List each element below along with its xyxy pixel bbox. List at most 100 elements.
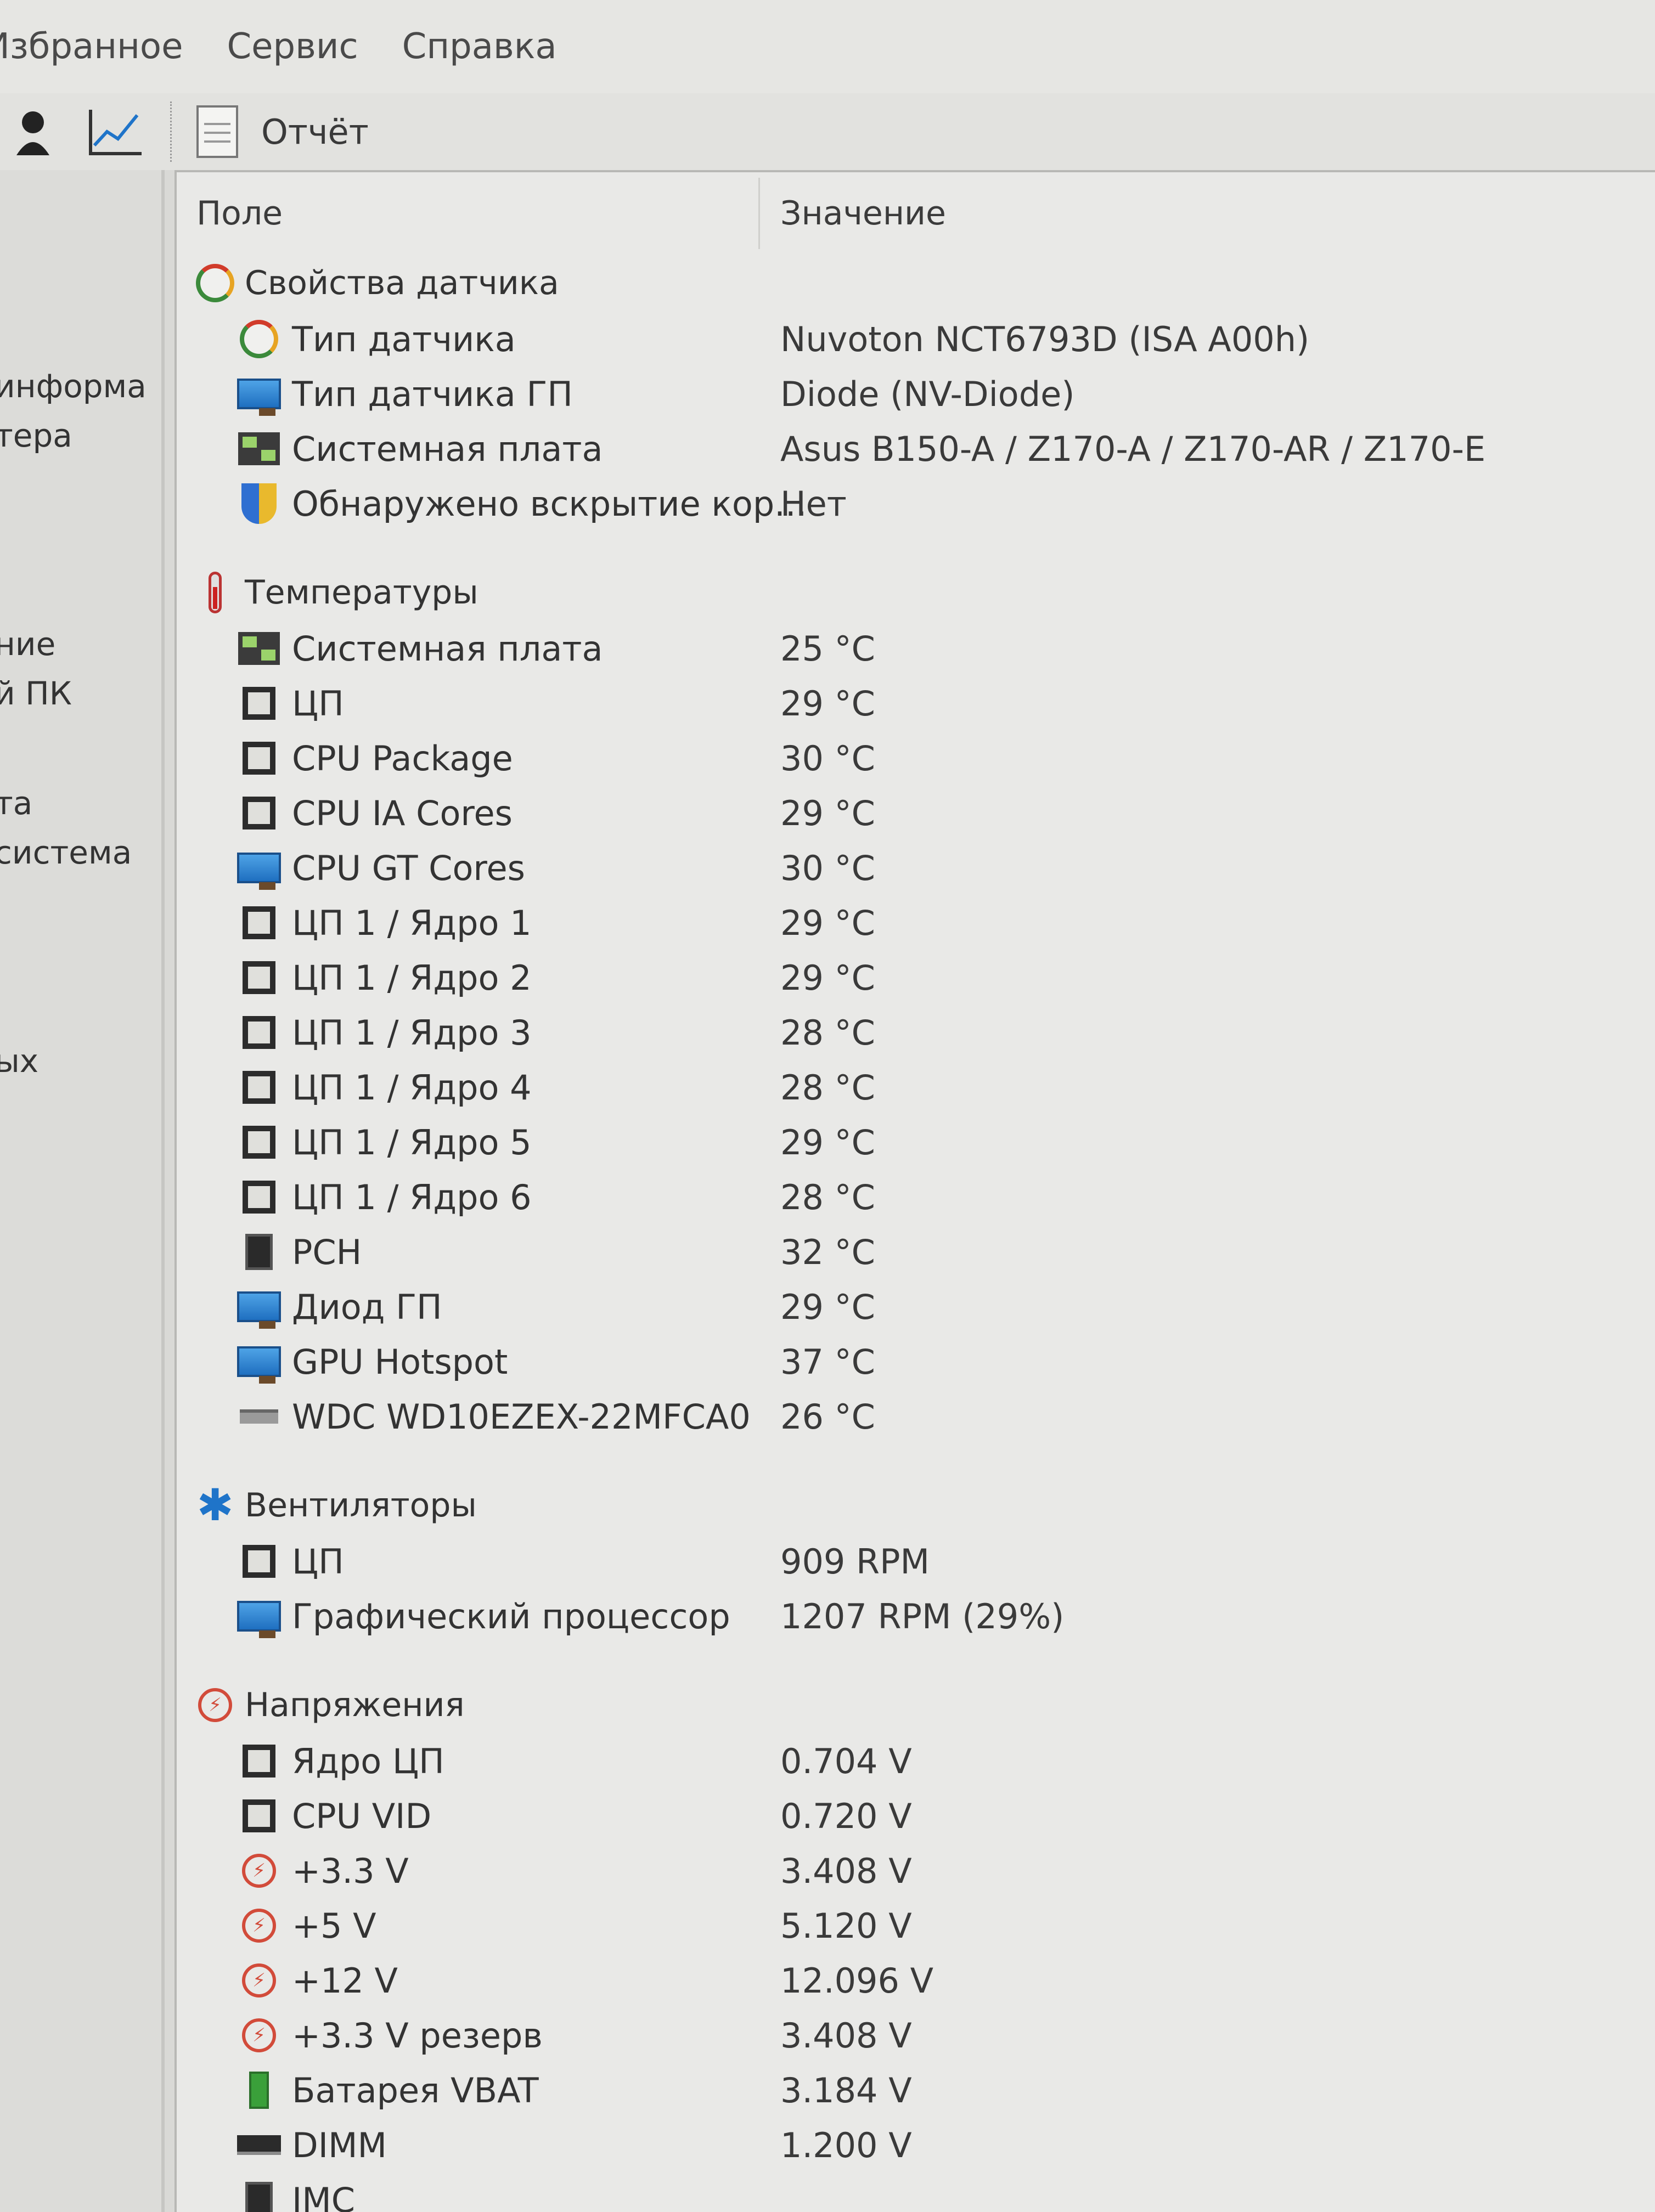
cpu-chip-icon	[237, 1794, 281, 1838]
sensor-value: 30 °C	[780, 848, 875, 888]
sensor-row[interactable]: ЦП 1 / Ядро 3 28 °C	[177, 1005, 1655, 1060]
voltage-icon: ⚡	[193, 1683, 237, 1727]
sensor-field: GPU Hotspot	[292, 1341, 508, 1382]
sensor-value: 32 °C	[780, 1232, 875, 1272]
sensor-field: Системная плата	[292, 628, 603, 669]
voltage-icon: ⚡	[237, 2013, 281, 2057]
sensor-row[interactable]: ЦП 1 / Ядро 4 28 °C	[177, 1060, 1655, 1115]
sensor-row[interactable]: Системная плата 25 °C	[177, 621, 1655, 676]
cpu-chip-icon	[237, 1175, 281, 1219]
sensor-row[interactable]: Батарея VBAT 3.184 V	[177, 2063, 1655, 2118]
sensor-row[interactable]: Графический процессор 1207 RPM (29%)	[177, 1589, 1655, 1644]
sensor-row[interactable]: ЦП 29 °C	[177, 676, 1655, 731]
chart-icon[interactable]	[88, 104, 143, 159]
hdd-icon	[237, 1395, 281, 1438]
sensor-value: 29 °C	[780, 793, 875, 833]
sensor-row[interactable]: CPU GT Cores 30 °C	[177, 840, 1655, 895]
sensor-row[interactable]: IMC	[177, 2172, 1655, 2212]
sensor-row[interactable]: CPU IA Cores 29 °C	[177, 786, 1655, 840]
sensor-rows: Свойства датчика Тип датчика Nuvoton NCT67…	[177, 255, 1655, 2212]
nav-item[interactable]: та	[0, 785, 32, 822]
sensor-value: 29 °C	[780, 683, 875, 724]
sensor-row[interactable]: ЦП 1 / Ядро 5 29 °C	[177, 1115, 1655, 1170]
sensor-row[interactable]: CPU VID 0.720 V	[177, 1788, 1655, 1843]
sensor-field: CPU GT Cores	[292, 848, 525, 888]
sensor-row[interactable]: ⚡ +3.3 V резерв 3.408 V	[177, 2008, 1655, 2063]
sensor-row[interactable]: CPU Package 30 °C	[177, 731, 1655, 786]
sensor-field: ЦП 1 / Ядро 3	[292, 1012, 532, 1053]
sensor-row[interactable]: ЦП 1 / Ядро 6 28 °C	[177, 1170, 1655, 1224]
sensor-row[interactable]: ⚡ +12 V 12.096 V	[177, 1953, 1655, 2008]
sensor-value: 0.720 V	[780, 1796, 912, 1836]
sensor-field: Графический процессор	[292, 1596, 730, 1637]
sensor-field: Тип датчика	[292, 319, 516, 359]
sensor-value: 28 °C	[780, 1012, 875, 1053]
sensor-value: Diode (NV-Diode)	[780, 374, 1075, 414]
column-divider[interactable]	[758, 178, 760, 249]
nav-item[interactable]: й ПК	[0, 675, 72, 712]
gauge-icon	[237, 317, 281, 361]
sensor-row[interactable]: WDC WD10EZEX-22MFCA0 26 °C	[177, 1389, 1655, 1444]
sensor-row[interactable]: PCH 32 °C	[177, 1224, 1655, 1279]
sensor-value: 25 °C	[780, 628, 875, 669]
cpu-chip-icon	[237, 1120, 281, 1164]
sensor-value: 5.120 V	[780, 1905, 912, 1946]
nav-item[interactable]: система	[0, 834, 132, 871]
voltage-icon: ⚡	[237, 1904, 281, 1948]
sensor-row[interactable]: GPU Hotspot 37 °C	[177, 1334, 1655, 1389]
sensor-field: Батарея VBAT	[292, 2070, 539, 2111]
sensor-row[interactable]: Ядро ЦП 0.704 V	[177, 1734, 1655, 1788]
column-field-header[interactable]: Поле	[196, 194, 283, 233]
sensor-row[interactable]: ⚡ +3.3 V 3.408 V	[177, 1843, 1655, 1898]
section-header[interactable]: ⚡ Напряжения	[177, 1677, 1655, 1734]
sensor-value: 28 °C	[780, 1067, 875, 1108]
section-header[interactable]: Температуры	[177, 564, 1655, 621]
sensor-value: 29 °C	[780, 1286, 875, 1327]
menu-help[interactable]: Справка	[402, 26, 557, 67]
sensor-field: Диод ГП	[292, 1286, 442, 1327]
sensor-field: DIMM	[292, 2125, 387, 2165]
sensor-row[interactable]: Обнаружено вскрытие кор... Нет	[177, 476, 1655, 531]
cpu-chip-icon	[237, 901, 281, 945]
sensor-value: 28 °C	[780, 1177, 875, 1217]
sensor-row[interactable]: ⚡ +5 V 5.120 V	[177, 1898, 1655, 1953]
sensor-field: Тип датчика ГП	[292, 374, 573, 414]
cpu-chip-icon	[237, 956, 281, 1000]
user-icon[interactable]	[11, 104, 66, 159]
sensor-field: +12 V	[292, 1960, 398, 2001]
sensor-field: ЦП 1 / Ядро 4	[292, 1067, 532, 1108]
sensor-row[interactable]: Системная плата Asus B150-A / Z170-A / Z1…	[177, 421, 1655, 476]
nav-item[interactable]: тера	[0, 417, 72, 454]
thermometer-icon	[193, 571, 237, 614]
menu-favorites[interactable]: Избранное	[0, 26, 183, 67]
sensor-row[interactable]: Тип датчика Nuvoton NCT6793D (ISA A00h)	[177, 312, 1655, 366]
report-button[interactable]: Отчёт	[195, 104, 369, 159]
nav-item[interactable]: ых	[0, 1042, 38, 1080]
cpu-chip-icon	[237, 736, 281, 780]
sensor-value: 30 °C	[780, 738, 875, 778]
nav-item[interactable]: информа	[0, 368, 147, 405]
sensor-row[interactable]: Тип датчика ГП Diode (NV-Diode)	[177, 366, 1655, 421]
nav-item[interactable]: ние	[0, 625, 55, 663]
sensor-row[interactable]: DIMM 1.200 V	[177, 2118, 1655, 2172]
sensor-value: 1207 RPM (29%)	[780, 1596, 1065, 1637]
imc-icon	[237, 2178, 281, 2212]
battery-icon	[237, 2068, 281, 2112]
menu-service[interactable]: Сервис	[227, 26, 358, 67]
sensor-field: Ядро ЦП	[292, 1741, 444, 1781]
column-value-header[interactable]: Значение	[780, 194, 946, 233]
gpu-icon	[237, 1285, 281, 1329]
fan-icon: ✱	[196, 1480, 234, 1531]
section-header[interactable]: ✱ Вентиляторы	[177, 1477, 1655, 1534]
motherboard-icon	[237, 627, 281, 670]
sensor-value: 1.200 V	[780, 2125, 912, 2165]
toolbar: Отчёт	[0, 93, 1655, 170]
sensor-row[interactable]: Диод ГП 29 °C	[177, 1279, 1655, 1334]
sensor-row[interactable]: ЦП 1 / Ядро 2 29 °C	[177, 950, 1655, 1005]
sensor-row[interactable]: ЦП 909 RPM	[177, 1534, 1655, 1589]
sensor-field: ЦП 1 / Ядро 2	[292, 957, 532, 998]
section-header[interactable]: Свойства датчика	[177, 255, 1655, 312]
section-title: Вентиляторы	[245, 1486, 477, 1525]
left-nav-panel: информа тера ние й ПК та система ых	[0, 170, 165, 2212]
sensor-row[interactable]: ЦП 1 / Ядро 1 29 °C	[177, 895, 1655, 950]
